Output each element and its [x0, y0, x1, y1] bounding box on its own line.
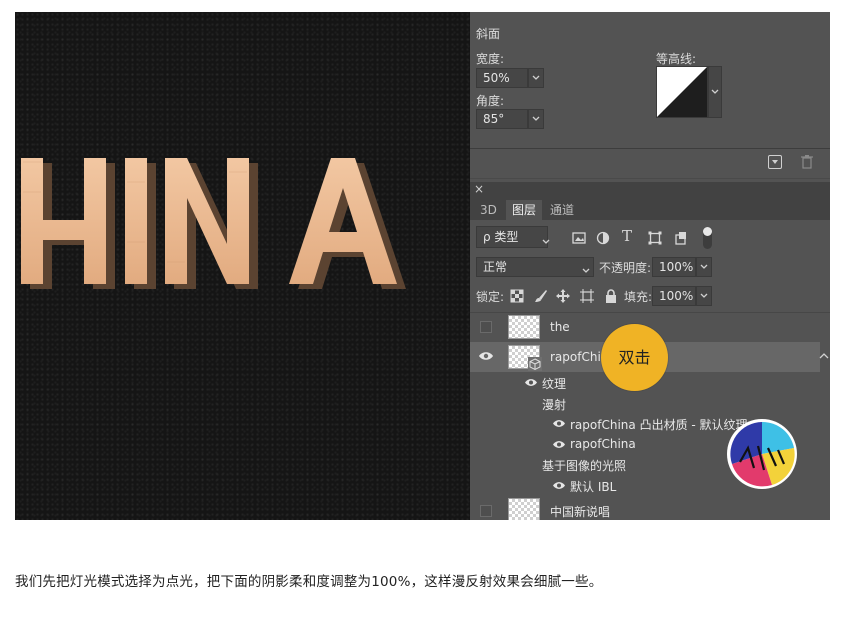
visibility-checkbox[interactable]: [480, 505, 492, 517]
width-label: 宽度:: [476, 52, 505, 66]
sublayer-rapofchina[interactable]: rapofChina: [570, 437, 636, 451]
sublayer-image-based-light[interactable]: 基于图像的光照: [542, 457, 626, 474]
opacity-label: 不透明度:: [599, 261, 652, 275]
caption-text: 我们先把灯光模式选择为点光，把下面的阴影柔和度调整为100%，这样漫反射效果会细…: [15, 574, 603, 590]
angle-value-field[interactable]: 85°: [476, 109, 528, 129]
photoshop-panel: 斜面 宽度: 50% 角度: 85° 等高线: × 3D 图层 通道 ρ 类型 …: [470, 12, 830, 520]
adjustment-filter-icon[interactable]: [596, 231, 610, 245]
shape-filter-icon[interactable]: [648, 231, 662, 245]
3d-cube-icon: [528, 357, 542, 371]
chevron-down-icon: [700, 293, 708, 298]
eye-icon[interactable]: [524, 378, 538, 387]
fill-dropdown-button[interactable]: [696, 286, 712, 306]
contour-label: 等高线:: [656, 52, 697, 66]
trash-icon[interactable]: [800, 154, 814, 170]
sublayer-diffuse[interactable]: 漫射: [542, 396, 566, 413]
opacity-dropdown-button[interactable]: [696, 257, 712, 277]
layer-filter-select[interactable]: ρ 类型: [476, 226, 548, 248]
document-canvas[interactable]: [15, 12, 470, 520]
chevron-down-icon: [532, 75, 540, 80]
width-dropdown-button[interactable]: [528, 68, 544, 88]
tab-layers[interactable]: 图层: [506, 200, 543, 220]
lock-label: 锁定:: [476, 290, 505, 304]
double-click-callout: 双击: [601, 324, 668, 391]
eye-icon[interactable]: [552, 440, 566, 449]
fill-field[interactable]: 100%: [652, 286, 696, 306]
type-filter-icon[interactable]: T: [622, 227, 632, 245]
layer-name-zhongguo-xinshuochang[interactable]: 中国新说唱: [550, 503, 610, 520]
lock-all-icon[interactable]: [604, 289, 618, 303]
chevron-down-icon: [711, 89, 719, 94]
panel-header-strip: [470, 182, 830, 198]
trash-icon-glyph: [801, 155, 813, 169]
sublayer-default-ibl[interactable]: 默认 IBL: [570, 478, 616, 495]
layer-thumbnail: [508, 315, 540, 339]
chevron-up-icon[interactable]: [819, 352, 829, 360]
chevron-down-icon: [542, 234, 550, 248]
contour-dropdown-button[interactable]: [708, 66, 722, 118]
chevron-down-icon: [700, 264, 708, 269]
eye-icon[interactable]: [552, 419, 566, 428]
lock-image-pixels-brush-icon[interactable]: [534, 289, 548, 303]
chevron-down-icon: [582, 263, 590, 277]
close-panel-icon[interactable]: ×: [474, 182, 484, 196]
fill-label: 填充:: [624, 290, 653, 304]
render-icon[interactable]: [768, 155, 782, 169]
toggle-knob: [703, 227, 712, 236]
layer-name-the[interactable]: the: [550, 320, 570, 334]
angle-dropdown-button[interactable]: [528, 109, 544, 129]
sublayer-textures[interactable]: 纹理: [542, 375, 566, 392]
lock-position-move-icon[interactable]: [556, 289, 570, 303]
3d-text-render: [21, 158, 406, 289]
divider: [470, 148, 830, 149]
tab-channels[interactable]: 通道: [544, 200, 580, 220]
sublayer-extrusion-material[interactable]: rapofChina 凸出材质 - 默认纹理: [570, 416, 748, 433]
filter-toggle[interactable]: [703, 227, 712, 249]
tab-3d[interactable]: 3D: [474, 200, 503, 220]
lock-artboard-icon[interactable]: [580, 289, 594, 303]
contour-curve-icon: [657, 67, 707, 117]
width-value-field[interactable]: 50%: [476, 68, 528, 88]
contour-preview[interactable]: [656, 66, 708, 118]
layer-thumbnail: [508, 498, 540, 520]
chevron-down-icon: [532, 116, 540, 121]
eye-icon[interactable]: [478, 351, 494, 361]
angle-label: 角度:: [476, 94, 505, 108]
watermark-logo-icon: [727, 419, 797, 489]
bevel-title: 斜面: [476, 27, 501, 41]
opacity-field[interactable]: 100%: [652, 257, 696, 277]
smart-object-filter-icon[interactable]: [674, 231, 688, 245]
blend-mode-select[interactable]: 正常: [476, 257, 594, 277]
lock-transparent-pixels-icon[interactable]: [510, 289, 524, 303]
render-arrow-icon: [772, 160, 778, 164]
eye-icon[interactable]: [552, 481, 566, 490]
visibility-checkbox[interactable]: [480, 321, 492, 333]
image-filter-icon[interactable]: [572, 231, 586, 245]
divider: [470, 178, 830, 179]
